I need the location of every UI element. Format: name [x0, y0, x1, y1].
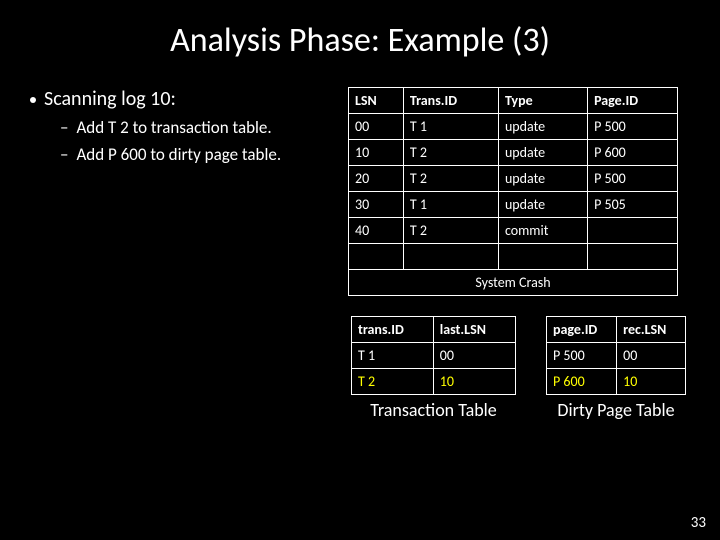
left-text: Scanning log 10: – Add T 2 to transactio… [30, 87, 330, 421]
table-row: 20T 2updateP 500 [349, 166, 678, 192]
log-h-pageid: Page.ID [588, 88, 678, 114]
tt-h-lastlsn: last.LSN [433, 317, 515, 343]
table-row [349, 244, 678, 270]
table-row: 40T 2commit [349, 218, 678, 244]
table-row: P 50000 [547, 343, 686, 369]
dirty-page-table: page.ID rec.LSN P 50000 P 60010 [546, 316, 686, 395]
scan-sub2: Add P 600 to dirty page table. [76, 144, 281, 165]
slide-title: Analysis Phase: Example (3) [30, 20, 690, 61]
dash-icon: – [60, 144, 68, 165]
table-row: T 100 [352, 343, 516, 369]
scan-heading: Scanning log 10: [44, 87, 176, 111]
log-h-transid: Trans.ID [403, 88, 498, 114]
table-row: System Crash [349, 270, 678, 296]
log-table: LSN Trans.ID Type Page.ID 00T 1updateP 5… [348, 87, 678, 296]
table-row: page.ID rec.LSN [547, 317, 686, 343]
table-row: 00T 1updateP 500 [349, 114, 678, 140]
bullet-dot [30, 97, 36, 103]
dt-h-reclsn: rec.LSN [617, 317, 686, 343]
scan-sub1: Add T 2 to transaction table. [76, 117, 271, 138]
table-row: LSN Trans.ID Type Page.ID [349, 88, 678, 114]
log-h-lsn: LSN [349, 88, 404, 114]
log-h-type: Type [498, 88, 587, 114]
table-row: P 60010 [547, 369, 686, 395]
tt-h-transid: trans.ID [352, 317, 434, 343]
table-row: trans.ID last.LSN [352, 317, 516, 343]
transaction-table-caption: Transaction Table [370, 401, 497, 421]
system-crash-row: System Crash [349, 270, 678, 296]
page-number: 33 [691, 514, 706, 532]
dash-icon: – [60, 117, 68, 138]
table-row: 30T 1updateP 505 [349, 192, 678, 218]
table-row: 10T 2updateP 600 [349, 140, 678, 166]
dt-h-pageid: page.ID [547, 317, 617, 343]
transaction-table: trans.ID last.LSN T 100 T 210 [351, 316, 516, 395]
dirty-page-table-caption: Dirty Page Table [557, 401, 674, 421]
table-row: T 210 [352, 369, 516, 395]
